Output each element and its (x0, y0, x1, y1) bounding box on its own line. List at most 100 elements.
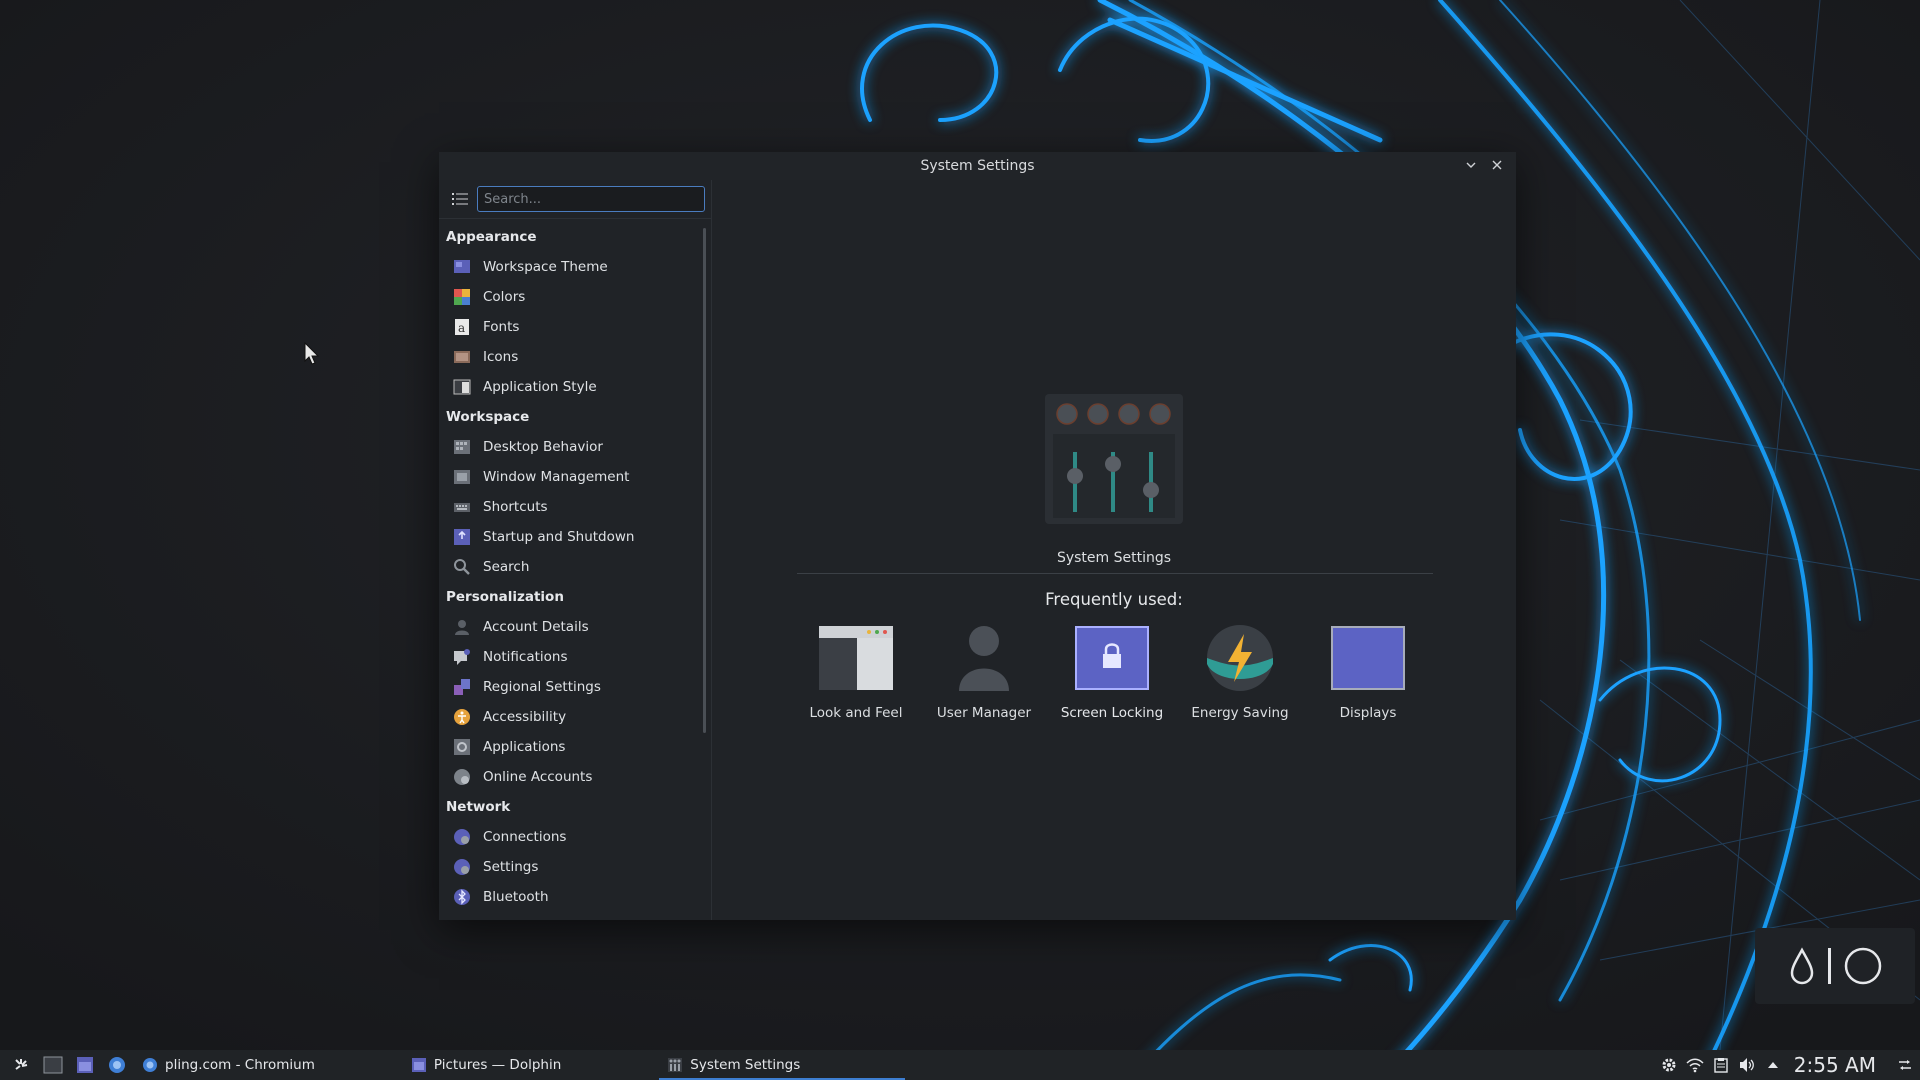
freq-item-look-and-feel[interactable]: Look and Feel (792, 620, 920, 721)
browser-button[interactable] (106, 1054, 128, 1076)
task-label: pling.com - Chromium (165, 1057, 315, 1073)
category-workspace: Workspace (446, 409, 530, 425)
sidebar-item-notifications[interactable]: Notifications (439, 642, 701, 672)
energy-saving-icon (1202, 620, 1278, 696)
sidebar-item-shortcuts[interactable]: Shortcuts (439, 492, 701, 522)
task-label: Pictures — Dolphin (433, 1057, 562, 1073)
settings-tray-button[interactable] (1660, 1056, 1678, 1074)
frequently-used-list: Look and Feel User Manager Screen Lockin… (792, 620, 1432, 721)
freq-item-label: Energy Saving (1191, 705, 1289, 721)
freq-item-displays[interactable]: Displays (1304, 620, 1432, 721)
panel-config-icon (1899, 1060, 1911, 1070)
fonts-icon: a (453, 318, 471, 336)
file-manager-icon (77, 1057, 93, 1073)
task-dolphin[interactable]: Pictures — Dolphin (403, 1050, 569, 1080)
freq-item-energy-saving[interactable]: Energy Saving (1176, 620, 1304, 721)
volume-icon (1739, 1058, 1754, 1072)
sidebar-item-label: Fonts (483, 319, 520, 335)
icons-icon (453, 348, 471, 366)
freq-item-screen-locking[interactable]: Screen Locking (1048, 620, 1176, 721)
system-tray: 2:55 AM (1652, 1050, 1920, 1080)
category-network: Network (446, 799, 511, 815)
sidebar-item-account-details[interactable]: Account Details (439, 612, 701, 642)
settings-category-list: Appearance Workspace Theme Colors a Font… (439, 222, 701, 920)
sidebar-item-accessibility[interactable]: Accessibility (439, 702, 701, 732)
displays-icon (1330, 620, 1406, 696)
desktop-behavior-icon (453, 438, 471, 456)
desktop-widget[interactable] (1755, 928, 1915, 1004)
search-row (439, 180, 711, 219)
category-personalization: Personalization (446, 589, 564, 605)
sidebar-item-icons[interactable]: Icons (439, 342, 701, 372)
freq-item-label: Look and Feel (809, 705, 903, 721)
clipboard-tray-button[interactable] (1712, 1056, 1730, 1074)
sidebar-item-search[interactable]: Search (439, 552, 701, 582)
close-icon (1492, 160, 1502, 170)
application-style-icon (453, 378, 471, 396)
accessibility-icon (453, 708, 471, 726)
sidebar-item-window-management[interactable]: Window Management (439, 462, 701, 492)
browser-icon (109, 1057, 125, 1073)
terminal-icon (43, 1056, 63, 1074)
sidebar-item-startup-shutdown[interactable]: Startup and Shutdown (439, 522, 701, 552)
file-manager-button[interactable] (74, 1054, 96, 1076)
frequently-used-title: Frequently used: (1045, 590, 1183, 609)
circle-icon (1844, 947, 1881, 985)
task-chromium[interactable]: pling.com - Chromium (134, 1050, 323, 1080)
settings-gear-icon (1662, 1058, 1676, 1072)
sidebar-scrollbar[interactable] (703, 228, 706, 733)
sidebar-item-label: Online Accounts (483, 769, 593, 785)
sidebar-item-workspace-theme[interactable]: Workspace Theme (439, 252, 701, 282)
terminal-button[interactable] (42, 1054, 64, 1076)
hero-label: System Settings (1056, 550, 1172, 566)
sidebar-item-regional-settings[interactable]: Regional Settings (439, 672, 701, 702)
sidebar-item-fonts[interactable]: a Fonts (439, 312, 701, 342)
sidebar-item-desktop-behavior[interactable]: Desktop Behavior (439, 432, 701, 462)
freq-item-user-manager[interactable]: User Manager (920, 620, 1048, 721)
main-content: System Settings Frequently used: Look an… (712, 180, 1516, 920)
sidebar-item-network-settings[interactable]: Settings (439, 852, 701, 882)
window-titlebar[interactable]: System Settings (439, 152, 1516, 180)
sidebar-item-label: Startup and Shutdown (483, 529, 635, 545)
user-manager-icon (946, 620, 1022, 696)
category-appearance: Appearance (446, 229, 537, 245)
sidebar-item-connections[interactable]: Connections (439, 822, 701, 852)
colors-icon (453, 288, 471, 306)
window-title: System Settings (920, 158, 1035, 174)
workspace-theme-icon (453, 258, 471, 276)
screen-locking-icon (1074, 620, 1150, 696)
wifi-tray-button[interactable] (1686, 1056, 1704, 1074)
startup-shutdown-icon (453, 528, 471, 546)
chromium-icon (143, 1058, 157, 1072)
task-label: System Settings (690, 1057, 801, 1073)
sidebar-item-label: Applications (483, 739, 566, 755)
sidebar-item-bluetooth[interactable]: Bluetooth (439, 882, 701, 912)
launcher-button[interactable] (10, 1054, 32, 1076)
freq-item-label: Screen Locking (1060, 705, 1164, 721)
sidebar-item-colors[interactable]: Colors (439, 282, 701, 312)
task-system-settings[interactable]: System Settings (659, 1050, 906, 1080)
chevron-down-icon (1466, 162, 1476, 168)
system-settings-mixer-icon (1045, 394, 1183, 524)
sidebar-item-label: Icons (483, 349, 519, 365)
clipboard-icon (1714, 1058, 1728, 1073)
sidebar-item-label: Shortcuts (483, 499, 548, 515)
sidebar-item-applications[interactable]: Applications (439, 732, 701, 762)
clock[interactable]: 2:55 AM (1794, 1053, 1876, 1077)
launcher-icon (15, 1059, 28, 1070)
volume-tray-button[interactable] (1738, 1056, 1756, 1074)
close-button[interactable] (1488, 156, 1506, 174)
tray-expand-icon (1767, 1062, 1778, 1068)
bluetooth-icon (453, 888, 471, 906)
sidebar-item-online-accounts[interactable]: Online Accounts (439, 762, 701, 792)
sidebar-item-application-style[interactable]: Application Style (439, 372, 701, 402)
freq-item-label: User Manager (936, 705, 1032, 721)
panel-config-button[interactable] (1896, 1056, 1914, 1074)
hamburger-menu-icon[interactable] (451, 190, 469, 208)
search-input[interactable] (477, 186, 705, 212)
account-details-icon (453, 618, 471, 636)
tray-expand-button[interactable] (1764, 1056, 1782, 1074)
sidebar-item-label: Colors (483, 289, 526, 305)
minimize-button[interactable] (1462, 156, 1480, 174)
droplet-icon (1790, 947, 1813, 985)
